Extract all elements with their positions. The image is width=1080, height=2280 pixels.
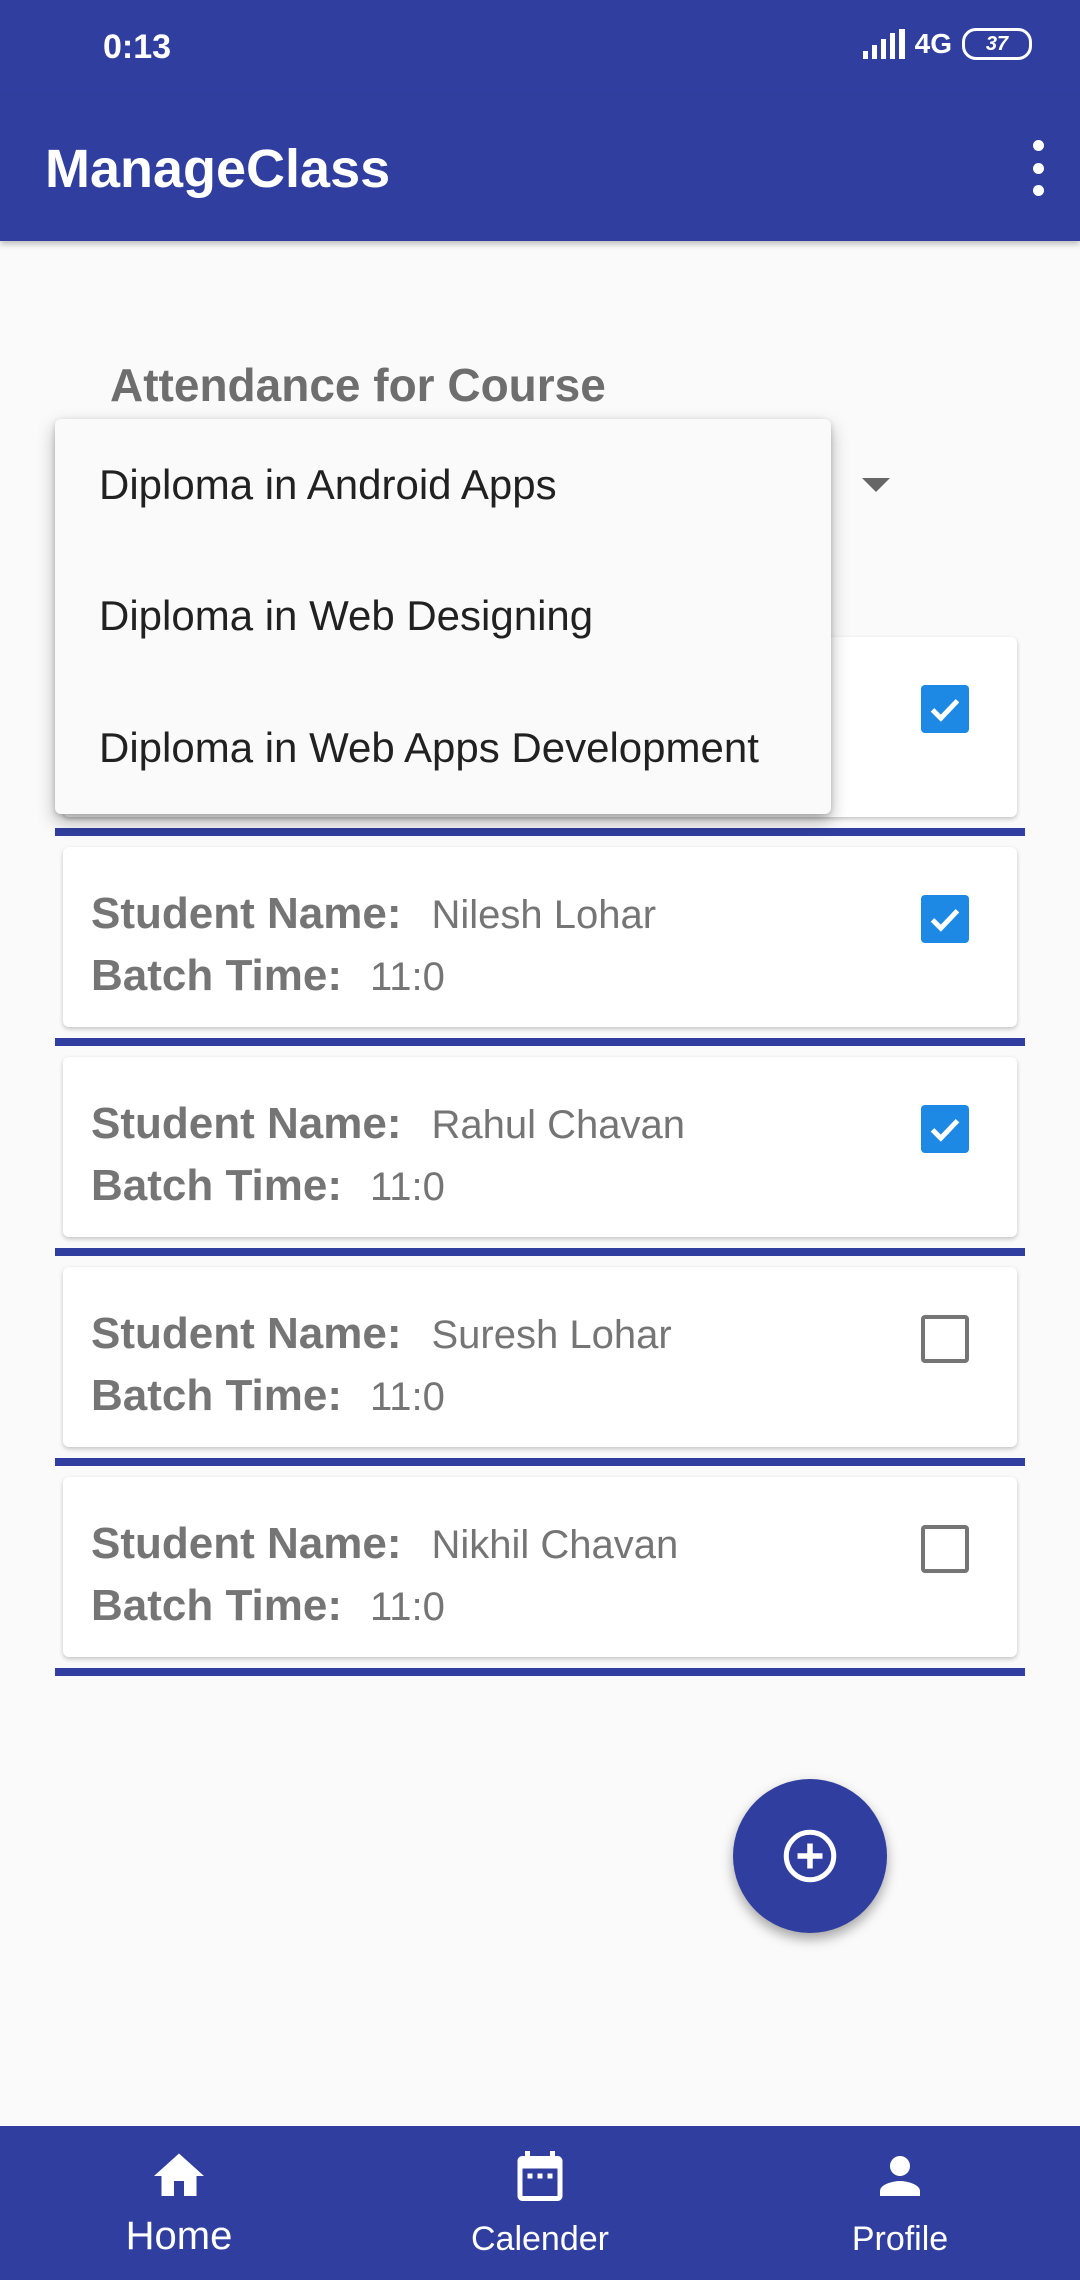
batch-time: 11:0	[370, 1375, 445, 1419]
attendance-checkbox[interactable]	[921, 685, 969, 733]
batch-time: 11:0	[370, 1585, 445, 1629]
card-divider	[55, 1038, 1025, 1046]
status-bar: 0:13 4G 37	[0, 0, 1080, 96]
attendance-heading: Attendance for Course	[110, 359, 606, 411]
nav-profile-label: Profile	[851, 2220, 949, 2258]
card-divider	[55, 1248, 1025, 1256]
attendance-checkbox[interactable]	[921, 895, 969, 943]
student-name-label: Student Name:	[91, 1099, 402, 1148]
student-card: Student Name: Nikhil Chavan Batch Time: 11…	[63, 1477, 1017, 1657]
attendance-checkbox[interactable]	[921, 1525, 969, 1573]
student-name-label: Student Name:	[91, 1309, 402, 1358]
batch-time: 11:0	[370, 955, 445, 999]
student-name-label: Student Name:	[91, 889, 402, 938]
home-icon	[154, 2153, 204, 2196]
student-name: Rahul Chavan	[431, 1103, 685, 1147]
person-icon	[880, 2156, 920, 2196]
network-type: 4G	[914, 28, 952, 59]
course-dropdown-menu: Diploma in Android Apps Diploma in Web D…	[55, 419, 831, 814]
course-option[interactable]: Diploma in Web Apps Development	[99, 724, 759, 772]
batch-time: 11:0	[370, 1165, 445, 1209]
nav-calender-label: Calender	[471, 2220, 609, 2258]
battery-level: 37	[985, 32, 1009, 55]
card-divider	[55, 828, 1025, 836]
nav-profile[interactable]: Profile	[770, 2126, 1030, 2280]
student-card: Student Name: Rahul Chavan Batch Time: 11:…	[63, 1057, 1017, 1237]
attendance-checkbox[interactable]	[921, 1105, 969, 1153]
card-divider	[55, 1668, 1025, 1676]
bottom-navigation: Home Calender Profile	[0, 2126, 1080, 2280]
status-time: 0:13	[103, 28, 172, 66]
more-vert-icon[interactable]	[1018, 140, 1058, 196]
nav-home-label: Home	[125, 2214, 233, 2258]
batch-time-label: Batch Time:	[91, 1371, 343, 1420]
student-name: Nikhil Chavan	[431, 1523, 679, 1567]
app-bar: ManageClass	[0, 96, 1080, 241]
status-indicators: 4G 37	[862, 28, 1032, 60]
nav-home[interactable]: Home	[49, 2126, 309, 2280]
dropdown-arrow-icon[interactable]	[862, 478, 890, 492]
student-name-label: Student Name:	[91, 1519, 402, 1568]
add-circle-icon	[783, 1829, 837, 1883]
student-name: Nilesh Lohar	[431, 893, 657, 937]
batch-time-label: Batch Time:	[91, 1581, 343, 1630]
course-option[interactable]: Diploma in Android Apps	[99, 461, 557, 509]
calendar-icon	[517, 2151, 563, 2201]
signal-icon	[862, 29, 905, 59]
attendance-checkbox[interactable]	[921, 1315, 969, 1363]
student-card: Student Name: Nilesh Lohar Batch Time: 11:…	[63, 847, 1017, 1027]
student-card: Student Name: Suresh Lohar Batch Time: 11:…	[63, 1267, 1017, 1447]
student-name: Suresh Lohar	[431, 1313, 672, 1357]
card-divider	[55, 1458, 1025, 1466]
battery-icon: 37	[962, 28, 1032, 60]
course-option[interactable]: Diploma in Web Designing	[99, 592, 593, 640]
batch-time-label: Batch Time:	[91, 1161, 343, 1210]
batch-time-label: Batch Time:	[91, 951, 343, 1000]
add-button[interactable]	[733, 1779, 887, 1933]
app-title: ManageClass	[45, 139, 391, 199]
nav-calender[interactable]: Calender	[410, 2126, 670, 2280]
